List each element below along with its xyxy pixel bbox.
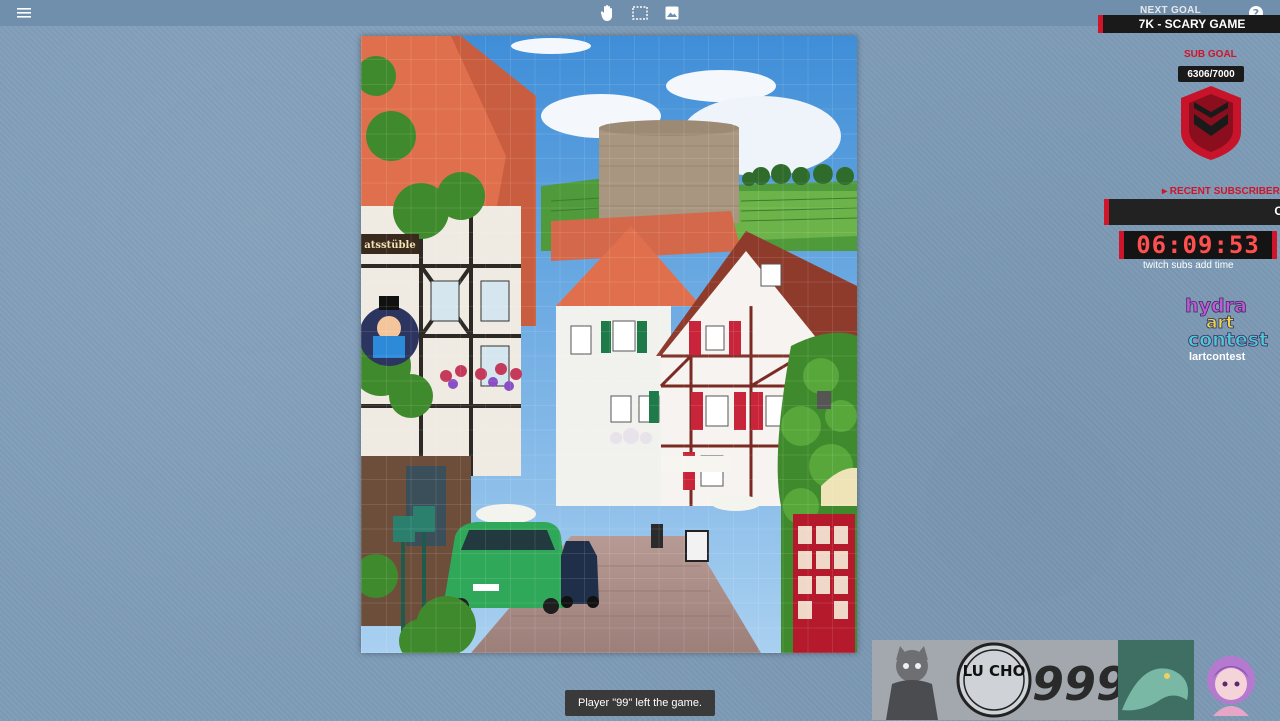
contest-logo: hydra art contest bbox=[1180, 294, 1276, 352]
contest-logo-line3: contest bbox=[1188, 329, 1268, 350]
puzzle-image: atsstüble bbox=[361, 36, 857, 653]
toast-message: Player "99" left the game. bbox=[578, 697, 702, 709]
select-box-icon[interactable] bbox=[630, 3, 650, 23]
timer-caption: twitch subs add time bbox=[1143, 260, 1234, 271]
next-goal-banner: 7K - SCARY GAME bbox=[1098, 15, 1280, 33]
subathon-timer: 06:09:53 bbox=[1119, 231, 1277, 259]
image-icon[interactable] bbox=[662, 3, 682, 23]
menu-icon[interactable] bbox=[14, 3, 34, 23]
next-goal-text: 7K - SCARY GAME bbox=[1138, 17, 1246, 31]
shield-logo-icon bbox=[1178, 84, 1244, 162]
contest-handle: lartcontest bbox=[1189, 351, 1246, 363]
shop-sign-text: atsstüble bbox=[364, 240, 415, 251]
top-toolbar: ? bbox=[0, 0, 1280, 26]
stream-art-panel: LU CHO 9999 bbox=[872, 640, 1194, 720]
sub-goal-count: 6306/7000 bbox=[1178, 66, 1244, 82]
recent-subscriber-bar: C bbox=[1104, 199, 1280, 225]
vtuber-avatar-icon bbox=[1203, 652, 1259, 716]
player-left-toast: Player "99" left the game. bbox=[565, 690, 715, 716]
webcam-badge-text: LU CHO bbox=[963, 662, 1026, 680]
hand-icon[interactable] bbox=[598, 3, 618, 23]
recent-subscriber-name: C bbox=[1274, 204, 1280, 218]
recent-subscriber-label: ▸ RECENT SUBSCRIBER bbox=[1162, 186, 1280, 197]
sub-goal-label: SUB GOAL bbox=[1184, 49, 1237, 60]
puzzle-board[interactable]: atsstüble bbox=[361, 36, 857, 653]
